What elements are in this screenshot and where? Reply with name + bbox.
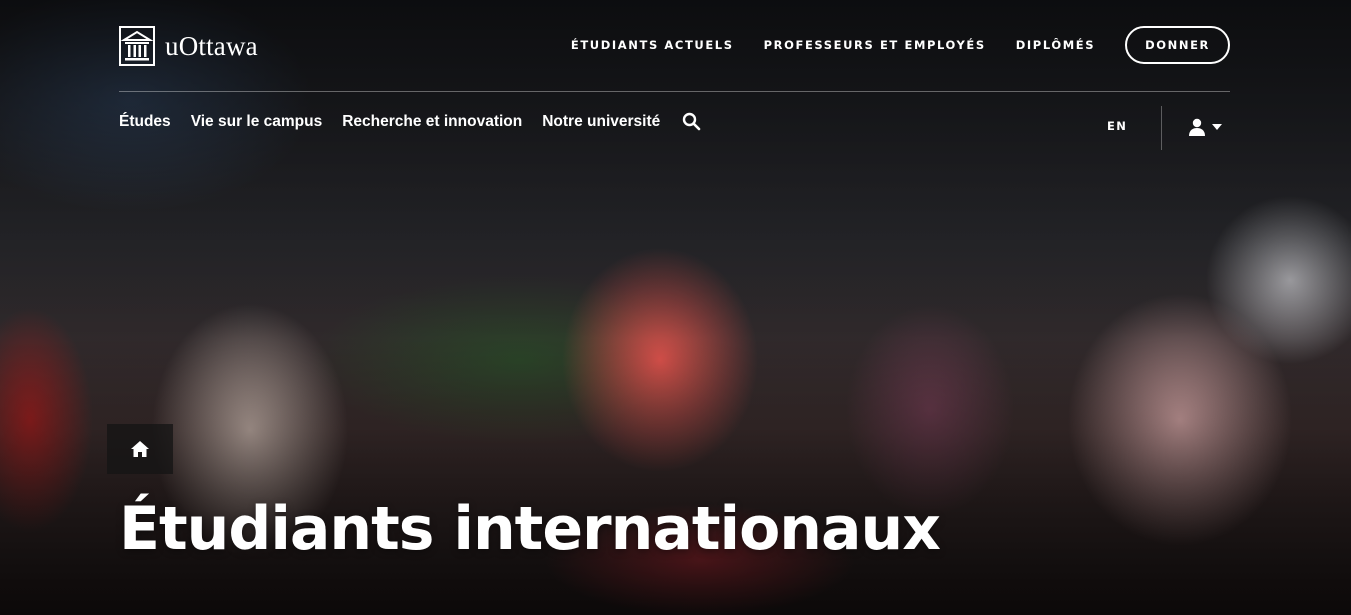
user-menu[interactable]	[1188, 118, 1222, 136]
main-nav-studies[interactable]: Études	[119, 113, 171, 131]
breadcrumb-home[interactable]	[107, 424, 173, 474]
main-nav-campus-life[interactable]: Vie sur le campus	[191, 113, 323, 131]
main-nav-research[interactable]: Recherche et innovation	[342, 113, 522, 131]
main-nav-our-university[interactable]: Notre université	[542, 113, 660, 131]
user-icon	[1189, 118, 1205, 136]
header-separator	[1161, 106, 1162, 150]
university-building-icon	[119, 26, 155, 66]
page-title: Étudiants internationaux	[119, 494, 941, 564]
donate-button[interactable]: DONNER	[1125, 26, 1230, 64]
utility-link-current-students[interactable]: ÉTUDIANTS ACTUELS	[571, 38, 734, 52]
search-icon	[683, 112, 701, 131]
logo-wordmark: uOttawa	[165, 30, 258, 61]
main-nav: Études Vie sur le campus Recherche et in…	[119, 112, 701, 131]
home-icon	[131, 441, 149, 457]
search-button[interactable]	[682, 112, 701, 131]
utility-link-alumni[interactable]: DIPLÔMÉS	[1016, 38, 1095, 52]
language-toggle[interactable]: EN	[1107, 119, 1127, 133]
utility-nav: ÉTUDIANTS ACTUELS PROFESSEURS ET EMPLOYÉ…	[571, 26, 1230, 64]
site-logo[interactable]: uOttawa	[119, 26, 258, 66]
caret-down-icon	[1212, 124, 1222, 130]
header-divider	[119, 91, 1230, 92]
utility-link-faculty-staff[interactable]: PROFESSEURS ET EMPLOYÉS	[764, 38, 986, 52]
